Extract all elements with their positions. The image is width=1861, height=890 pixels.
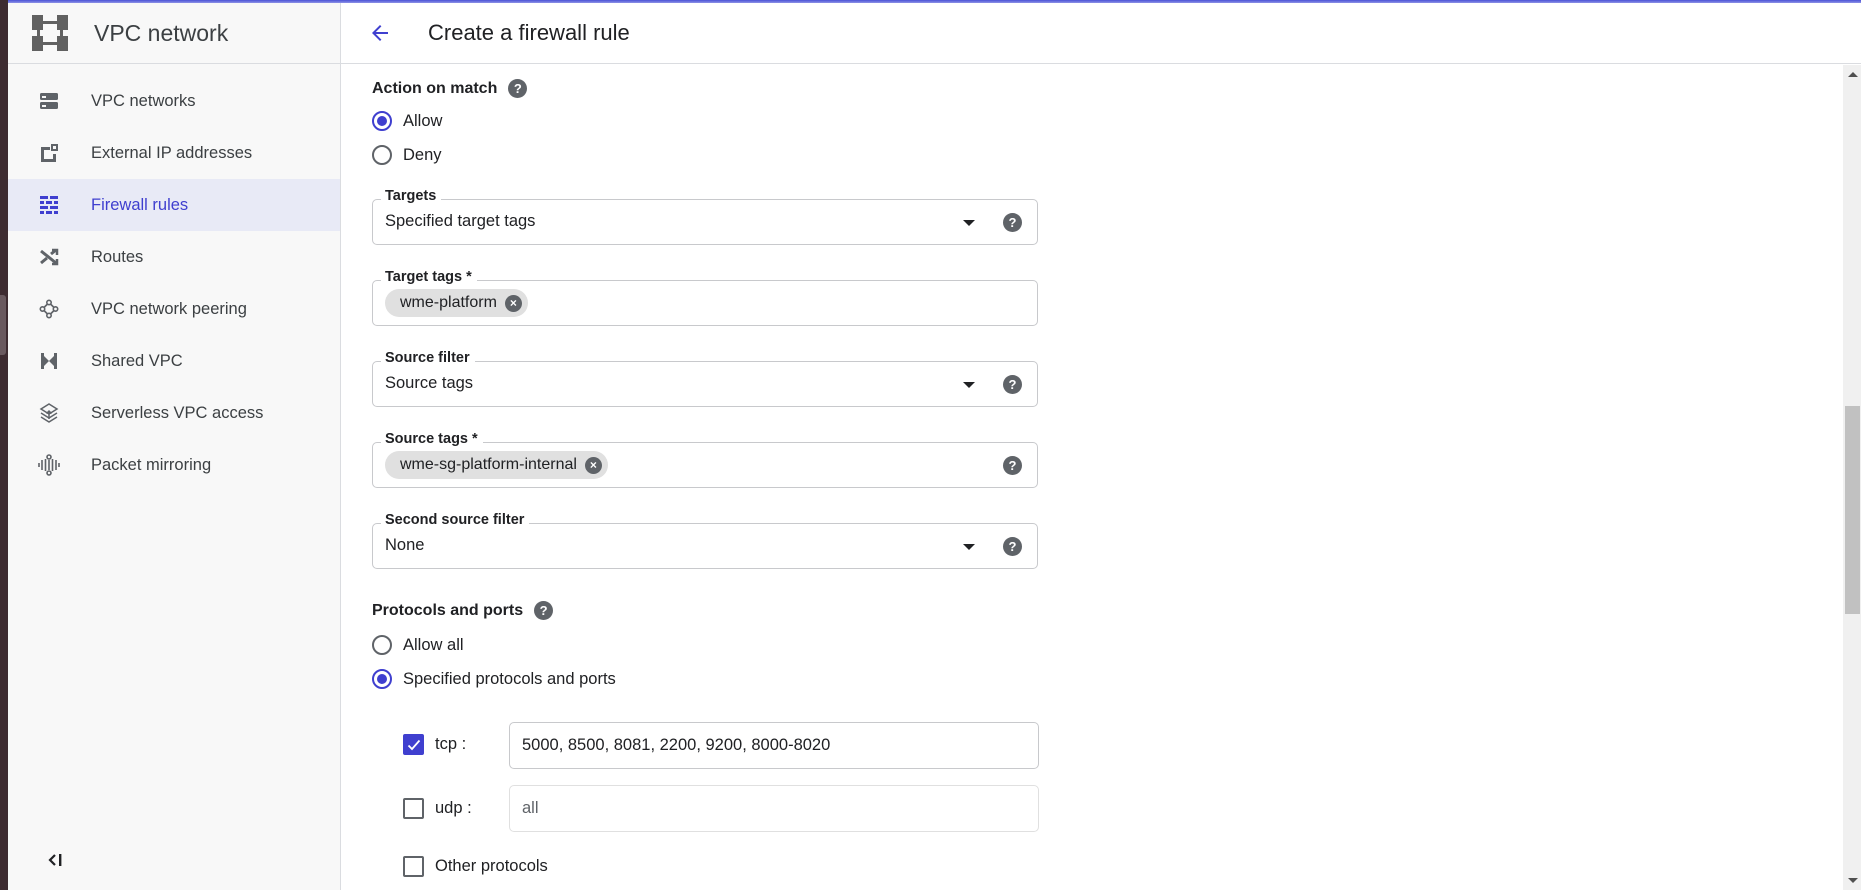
page-title: Create a firewall rule: [428, 20, 630, 45]
other-protocols-label: Other protocols: [435, 857, 548, 875]
action-on-match-label: Action on match ?: [372, 79, 528, 98]
radio-allow-all-control[interactable]: [372, 635, 392, 655]
remove-chip-icon[interactable]: ×: [584, 456, 602, 474]
protocols-and-ports-text: Protocols and ports: [372, 601, 524, 619]
action-on-match-text: Action on match: [372, 79, 498, 97]
sidebar-header: VPC network: [8, 3, 340, 64]
tcp-ports-input[interactable]: [509, 722, 1039, 769]
os-edge-handle: [0, 295, 6, 355]
tcp-checkbox[interactable]: [403, 734, 424, 755]
collapse-sidebar-button[interactable]: [41, 845, 71, 875]
radio-specified-protocols-control[interactable]: [372, 669, 392, 689]
sidebar: VPC network VPC networks External IP add…: [8, 3, 341, 890]
second-source-filter-label: Second source filter: [381, 512, 530, 528]
source-filter-label: Source filter: [381, 350, 475, 366]
sidebar-item-serverless-vpc-access[interactable]: Serverless VPC access: [8, 387, 340, 439]
tag-chip-text: wme-sg-platform-internal: [400, 456, 577, 473]
help-icon[interactable]: ?: [1003, 537, 1022, 556]
tag-chip-text: wme-platform: [400, 294, 497, 311]
udp-label: udp :: [435, 799, 472, 817]
shared-vpc-icon: [37, 349, 61, 373]
targets-value: Specified target tags: [385, 212, 536, 230]
vpc-network-logo-icon: [30, 13, 70, 53]
dropdown-caret-icon[interactable]: [963, 382, 975, 388]
udp-row: udp :: [403, 798, 472, 819]
source-tags-label: Source tags *: [381, 431, 483, 447]
firewall-rule-form: Action on match ? Allow Deny Targets Spe…: [341, 65, 1841, 890]
external-ip-icon: [37, 141, 61, 165]
page-header: Create a firewall rule: [341, 3, 1861, 64]
sidebar-item-label: Firewall rules: [91, 195, 189, 214]
radio-allow[interactable]: Allow: [372, 111, 442, 131]
os-window-edge: [0, 0, 8, 890]
product-title: VPC network: [94, 19, 229, 46]
sidebar-item-label: Shared VPC: [91, 351, 183, 370]
sidebar-item-label: Serverless VPC access: [91, 403, 264, 422]
scroll-up-arrow-icon[interactable]: [1848, 72, 1858, 77]
help-icon[interactable]: ?: [1003, 213, 1022, 232]
sidebar-item-label: External IP addresses: [91, 143, 253, 162]
radio-deny-label: Deny: [403, 145, 442, 164]
peering-icon: [37, 297, 61, 321]
other-protocols-checkbox[interactable]: [403, 856, 424, 877]
arrow-back-icon: [372, 25, 388, 41]
radio-allow-control[interactable]: [372, 111, 392, 131]
radio-specified-protocols[interactable]: Specified protocols and ports: [372, 669, 616, 689]
radio-specified-protocols-label: Specified protocols and ports: [403, 669, 616, 688]
vpc-networks-icon: [37, 89, 61, 113]
serverless-icon: [37, 401, 61, 425]
second-source-filter-value: None: [385, 536, 425, 554]
sidebar-item-vpc-networks[interactable]: VPC networks: [8, 75, 340, 127]
sidebar-item-external-ip-addresses[interactable]: External IP addresses: [8, 127, 340, 179]
dropdown-caret-icon[interactable]: [963, 220, 975, 226]
help-icon[interactable]: ?: [508, 79, 528, 98]
help-icon[interactable]: ?: [1003, 375, 1022, 394]
radio-allow-label: Allow: [403, 111, 443, 130]
sidebar-item-vpc-network-peering[interactable]: VPC network peering: [8, 283, 340, 335]
udp-checkbox[interactable]: [403, 798, 424, 819]
packet-mirroring-icon: [37, 453, 61, 477]
sidebar-item-packet-mirroring[interactable]: Packet mirroring: [8, 439, 340, 491]
checkmark-icon: [407, 739, 420, 750]
source-filter-select[interactable]: Source filter Source tags ?: [372, 350, 1038, 407]
help-icon[interactable]: ?: [1003, 456, 1022, 475]
second-source-filter-select[interactable]: Second source filter None ?: [372, 512, 1038, 569]
source-filter-value: Source tags: [385, 374, 474, 392]
target-tags-input[interactable]: Target tags * wme-platform ×: [372, 269, 1038, 326]
vertical-scrollbar[interactable]: [1843, 65, 1861, 890]
help-icon[interactable]: ?: [534, 601, 554, 620]
tcp-label: tcp :: [435, 735, 467, 753]
scrollbar-thumb[interactable]: [1845, 406, 1860, 614]
sidebar-item-firewall-rules[interactable]: Firewall rules: [8, 179, 340, 231]
sidebar-item-label: Packet mirroring: [91, 455, 212, 474]
remove-chip-icon[interactable]: ×: [504, 294, 522, 312]
routes-icon: [37, 245, 61, 269]
sidebar-item-label: VPC network peering: [91, 299, 247, 318]
tag-chip: wme-sg-platform-internal ×: [385, 451, 608, 479]
radio-deny[interactable]: Deny: [372, 145, 442, 165]
dropdown-caret-icon[interactable]: [963, 544, 975, 550]
sidebar-nav: VPC networks External IP addresses Firew…: [8, 64, 340, 491]
sidebar-item-label: VPC networks: [91, 91, 196, 110]
collapse-icon: [48, 854, 62, 866]
target-tags-label: Target tags *: [381, 269, 477, 285]
udp-ports-input[interactable]: [509, 785, 1039, 832]
protocols-and-ports-label: Protocols and ports ?: [372, 601, 554, 620]
radio-allow-all[interactable]: Allow all: [372, 635, 464, 655]
other-protocols-row: Other protocols: [403, 856, 548, 877]
scroll-down-arrow-icon[interactable]: [1848, 878, 1858, 883]
tcp-row: tcp :: [403, 734, 466, 755]
sidebar-item-label: Routes: [91, 247, 144, 266]
firewall-icon: [37, 193, 61, 217]
back-button[interactable]: [362, 15, 398, 51]
source-tags-input[interactable]: Source tags * wme-sg-platform-internal ×…: [372, 431, 1038, 488]
radio-allow-all-label: Allow all: [403, 635, 464, 654]
targets-label: Targets: [381, 188, 442, 204]
sidebar-item-shared-vpc[interactable]: Shared VPC: [8, 335, 340, 387]
tag-chip: wme-platform ×: [385, 289, 528, 317]
radio-deny-control[interactable]: [372, 145, 392, 165]
targets-select[interactable]: Targets Specified target tags ?: [372, 188, 1038, 245]
sidebar-item-routes[interactable]: Routes: [8, 231, 340, 283]
